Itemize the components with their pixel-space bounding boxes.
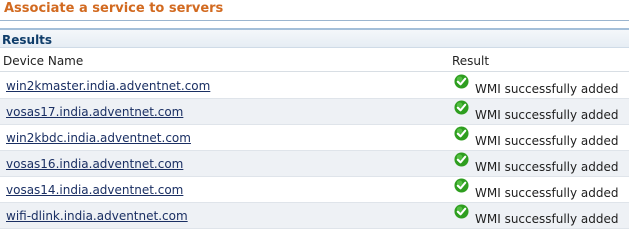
device-link[interactable]: wifi-dlink.india.adventnet.com (6, 209, 188, 223)
result-text: WMI successfully added (475, 82, 619, 96)
column-header-device-name: Device Name (3, 54, 84, 68)
results-table-header: Device Name Result (0, 49, 629, 72)
check-icon (454, 126, 469, 141)
table-row: vosas17.india.adventnet.com WMI successf… (0, 99, 629, 125)
check-icon (454, 152, 469, 167)
table-row: wifi-dlink.india.adventnet.com WMI succe… (0, 203, 629, 229)
title-divider (0, 20, 629, 21)
table-row: vosas16.india.adventnet.com WMI successf… (0, 151, 629, 177)
check-icon (454, 204, 469, 219)
device-link[interactable]: vosas16.india.adventnet.com (6, 157, 183, 171)
column-header-result: Result (452, 54, 490, 68)
table-row: win2kmaster.india.adventnet.com WMI succ… (0, 73, 629, 99)
device-link[interactable]: win2kbdc.india.adventnet.com (6, 131, 191, 145)
table-row: vosas14.india.adventnet.com WMI successf… (0, 177, 629, 203)
check-icon (454, 100, 469, 115)
results-label: Results (2, 33, 53, 47)
result-text: WMI successfully added (475, 134, 619, 148)
result-text: WMI successfully added (475, 160, 619, 174)
result-text: WMI successfully added (475, 108, 619, 122)
check-icon (454, 178, 469, 193)
page-title: Associate a service to servers (4, 1, 224, 16)
results-table: win2kmaster.india.adventnet.com WMI succ… (0, 73, 629, 229)
check-icon (454, 74, 469, 89)
device-link[interactable]: vosas17.india.adventnet.com (6, 105, 183, 119)
results-section-header: Results (0, 28, 629, 48)
result-text: WMI successfully added (475, 212, 619, 226)
table-row: win2kbdc.india.adventnet.com WMI success… (0, 125, 629, 151)
device-link[interactable]: win2kmaster.india.adventnet.com (6, 79, 210, 93)
result-text: WMI successfully added (475, 186, 619, 200)
device-link[interactable]: vosas14.india.adventnet.com (6, 183, 183, 197)
